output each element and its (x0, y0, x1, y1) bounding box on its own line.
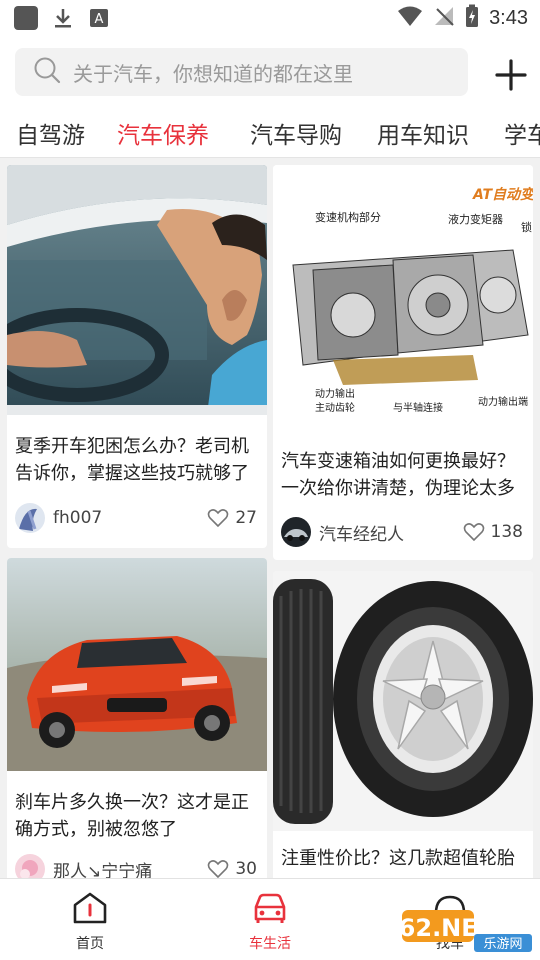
article-image-tires (273, 571, 533, 831)
diagram-label: 动力输出端 (478, 395, 528, 408)
svg-text:A: A (95, 12, 104, 27)
article-card[interactable]: AT自动变 变速机构部分 液力变矩器 锁 动力输出 主动齿轮 与半轴连接 动力输 (273, 165, 533, 560)
article-title[interactable]: 注重性价比？这几款超值轮胎 (281, 845, 523, 872)
tab-car-maintenance[interactable]: 汽车保养 (117, 116, 209, 150)
article-image-yawning-driver (7, 165, 267, 415)
status-bar: A 3:43 (0, 0, 540, 36)
clock: 3:43 (489, 6, 528, 29)
like-count: 27 (235, 508, 257, 528)
diagram-label: 锁 (521, 220, 532, 234)
article-card[interactable]: 夏季开车犯困怎么办？老司机告诉你，掌握这些技巧就够了 fh007 27 (7, 165, 267, 548)
heart-icon (208, 860, 229, 878)
diagram-label: 主动齿轮 (315, 401, 355, 414)
diagram-title: AT自动变 (472, 186, 533, 203)
tab-car-knowledge[interactable]: 用车知识 (377, 116, 469, 150)
author-avatar[interactable] (15, 503, 45, 533)
heart-icon (208, 509, 229, 528)
no-signal-icon (433, 5, 455, 31)
author-avatar[interactable] (281, 517, 311, 547)
like-count: 30 (235, 859, 257, 878)
wifi-icon (397, 5, 423, 31)
tab-driving-school[interactable]: 学车 (504, 116, 540, 150)
site-watermark-logo: 962.NET 乐游网 (382, 908, 532, 954)
article-card[interactable]: 刹车片多久换一次？这才是正确方式，别被忽悠了 那人↘宁宁痛 30 (7, 558, 267, 878)
diagram-label: 液力变矩器 (448, 212, 503, 226)
plus-icon (495, 59, 527, 91)
author-name[interactable]: 那人↘宁宁痛 (53, 857, 207, 879)
article-title[interactable]: 夏季开车犯困怎么办？老司机告诉你，掌握这些技巧就够了 (15, 433, 257, 487)
notification-app-icon (14, 6, 38, 30)
battery-charging-icon (465, 4, 479, 32)
article-meta: fh007 27 (15, 503, 257, 533)
search-input[interactable]: 关于汽车，你想知道的都在这里 (15, 48, 468, 96)
tab-car-buying-guide[interactable]: 汽车导购 (250, 116, 342, 150)
car-icon (254, 893, 286, 923)
article-meta: 那人↘宁宁痛 30 (15, 854, 257, 878)
author-name[interactable]: fh007 (53, 508, 207, 528)
article-card[interactable]: 注重性价比？这几款超值轮胎 (273, 571, 533, 878)
home-icon (73, 892, 107, 924)
like-button[interactable]: 27 (207, 508, 257, 528)
search-icon (33, 56, 61, 88)
download-icon (52, 7, 74, 29)
article-feed: 夏季开车犯困怎么办？老司机告诉你，掌握这些技巧就够了 fh007 27 AT自动… (0, 158, 540, 878)
add-button[interactable] (494, 58, 528, 92)
article-image-red-sports-car (7, 558, 267, 771)
author-avatar[interactable] (15, 854, 45, 878)
article-image-transmission-diagram: AT自动变 变速机构部分 液力变矩器 锁 动力输出 主动齿轮 与半轴连接 动力输 (273, 165, 533, 430)
author-name[interactable]: 汽车经纪人 (319, 520, 463, 545)
nav-car-life-label: 车生活 (249, 936, 291, 952)
like-button[interactable]: 30 (207, 859, 257, 878)
nav-home[interactable]: 首页 (50, 891, 130, 953)
svg-text:乐游网: 乐游网 (483, 937, 522, 952)
diagram-label: 动力输出 (315, 387, 355, 400)
article-meta: 汽车经纪人 138 (281, 517, 523, 547)
like-count: 138 (490, 522, 523, 542)
search-placeholder: 关于汽车，你想知道的都在这里 (73, 61, 353, 86)
nav-home-label: 首页 (76, 936, 104, 952)
text-app-icon: A (88, 7, 110, 29)
diagram-label: 与半轴连接 (393, 401, 443, 414)
search-bar: 关于汽车，你想知道的都在这里 (0, 36, 540, 108)
like-button[interactable]: 138 (463, 522, 523, 542)
heart-icon (463, 523, 484, 542)
article-title[interactable]: 刹车片多久换一次？这才是正确方式，别被忽悠了 (15, 789, 257, 843)
diagram-label: 变速机构部分 (315, 210, 381, 224)
nav-car-life[interactable]: 车生活 (230, 891, 310, 953)
tab-self-drive[interactable]: 自驾游 (16, 116, 85, 150)
category-tabs: 自驾游 汽车保养 汽车导购 用车知识 学车 (0, 108, 540, 158)
article-title[interactable]: 汽车变速箱油如何更换最好？一次给你讲清楚，伪理论太多 (281, 448, 523, 502)
